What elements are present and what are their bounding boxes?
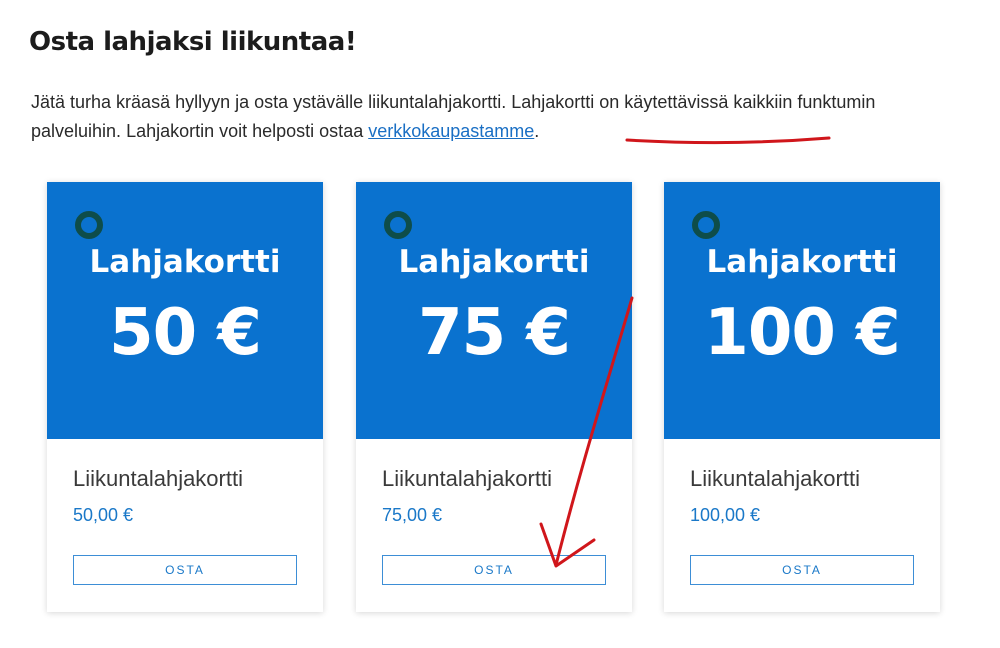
buy-button[interactable]: OSTA [382,555,606,585]
logo-ring-icon [384,211,412,239]
page: Osta lahjaksi liikuntaa! Jätä turha kräa… [0,0,1000,648]
intro-text-end: . [534,121,540,141]
gift-card-image-label: Lahjakortti [706,244,898,280]
logo-ring-icon [75,211,103,239]
buy-button[interactable]: OSTA [690,555,914,585]
gift-card-image[interactable]: Lahjakortti 100 € [664,182,940,439]
gift-card-product: Lahjakortti 100 € Liikuntalahjakortti 10… [664,182,940,612]
logo-ring-icon [692,211,720,239]
product-price: 50,00 € [73,505,134,525]
webshop-link[interactable]: verkkokaupastamme [368,121,534,141]
product-name[interactable]: Liikuntalahjakortti [690,466,860,492]
gift-card-image[interactable]: Lahjakortti 50 € [47,182,323,439]
gift-card-image[interactable]: Lahjakortti 75 € [356,182,632,439]
gift-card-image-amount: 50 € [109,296,262,370]
product-price: 100,00 € [690,505,761,525]
gift-card-image-amount: 75 € [418,296,571,370]
intro-paragraph: Jätä turha kräasä hyllyyn ja osta ystävä… [31,88,931,146]
product-name[interactable]: Liikuntalahjakortti [382,466,552,492]
gift-card-product: Lahjakortti 50 € Liikuntalahjakortti 50,… [47,182,323,612]
gift-card-image-amount: 100 € [704,296,900,370]
gift-card-product: Lahjakortti 75 € Liikuntalahjakortti 75,… [356,182,632,612]
gift-card-image-label: Lahjakortti [398,244,590,280]
page-title: Osta lahjaksi liikuntaa! [29,27,357,57]
product-price: 75,00 € [382,505,443,525]
buy-button[interactable]: OSTA [73,555,297,585]
product-name[interactable]: Liikuntalahjakortti [73,466,243,492]
gift-card-image-label: Lahjakortti [89,244,281,280]
